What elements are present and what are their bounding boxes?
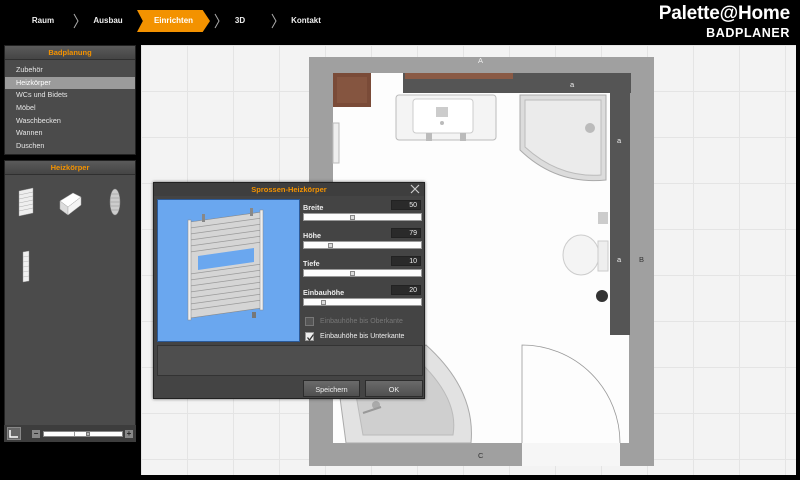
menu-item-wcs[interactable]: WCs und Bidets (5, 89, 135, 102)
unterkante-label: Einbauhöhe bis Unterkante (320, 333, 405, 340)
wall-segment-right[interactable] (610, 93, 630, 335)
brand-logo: Palette@Home (658, 3, 790, 24)
unterkante-checkbox[interactable] (305, 332, 315, 342)
menu-item-duschen[interactable]: Duschen (5, 140, 135, 153)
hoehe-slider[interactable] (303, 241, 422, 249)
toilet[interactable] (562, 234, 600, 276)
brand: Palette@Home BADPLANER (659, 3, 790, 40)
dialog-title: Sprossen-Heizkörper (251, 185, 327, 194)
segment-label-right2: a (617, 255, 622, 264)
slider-knob[interactable] (350, 215, 355, 220)
param-tiefe: Tiefe 10 (303, 255, 423, 281)
wall-label-right: B (639, 255, 645, 264)
option-oberkante: Einbauhöhe bis Oberkante (303, 316, 423, 328)
radiator-preview[interactable] (157, 199, 300, 342)
slider-knob[interactable] (321, 300, 326, 305)
wall-label-top: A (478, 56, 484, 65)
checkmark-icon (306, 334, 315, 342)
param-einbauhoehe-label: Einbauhöhe (303, 288, 345, 297)
dialog-title-bar: Sprossen-Heizkörper (154, 183, 424, 196)
step-ausbau[interactable]: Ausbau (84, 10, 132, 32)
door-opening[interactable] (522, 443, 620, 466)
param-breite: Breite 50 (303, 199, 423, 225)
zoom-out-button[interactable]: − (32, 430, 40, 438)
zoom-slider[interactable] (43, 431, 123, 437)
step-einrichten[interactable]: Einrichten (137, 10, 210, 32)
menu-item-wannen[interactable]: Wannen (5, 127, 135, 140)
einbauhoehe-slider[interactable] (303, 298, 422, 306)
option-unterkante[interactable]: Einbauhöhe bis Unterkante (303, 331, 423, 343)
param-hoehe-label: Höhe (303, 231, 321, 240)
tiefe-slider[interactable] (303, 269, 422, 277)
floor-drain (596, 290, 608, 302)
radiator-dialog: Sprossen-Heizkörper Breite 50 Höhe 79 Ti… (153, 182, 425, 399)
step-navigation: Raum Ausbau Einrichten 3D Kontakt (0, 10, 640, 32)
save-button[interactable]: Speichern (303, 380, 360, 397)
zoom-in-button[interactable]: + (125, 430, 133, 438)
oval-radiator-icon[interactable] (103, 185, 129, 219)
param-hoehe: Höhe 79 (303, 227, 423, 253)
dialog-info-area (157, 345, 423, 376)
home-view-icon[interactable] (7, 427, 21, 440)
slider-knob[interactable] (350, 271, 355, 276)
segment-label-top: a (570, 80, 575, 89)
step-raum[interactable]: Raum (18, 10, 68, 32)
planning-panel-title: Badplanung (5, 46, 135, 60)
brand-subtitle: BADPLANER (706, 26, 790, 40)
hoehe-input[interactable]: 79 (391, 228, 421, 238)
segment-label-right1: a (617, 136, 622, 145)
chevron-right-icon (270, 13, 278, 29)
oberkante-checkbox (305, 317, 314, 326)
breite-input[interactable]: 50 (391, 200, 421, 210)
param-tiefe-label: Tiefe (303, 259, 320, 268)
chevron-right-icon (72, 13, 80, 29)
towel-radiator-icon[interactable] (13, 185, 39, 219)
zoom-slider-knob[interactable] (86, 432, 90, 436)
chevron-right-icon (213, 13, 221, 29)
param-breite-label: Breite (303, 203, 324, 212)
slim-radiator-icon[interactable] (15, 249, 41, 283)
catalog-panel-title: Heizkörper (5, 161, 135, 175)
menu-item-zubehoer[interactable]: Zubehör (5, 64, 135, 77)
panel-radiator-icon[interactable] (57, 185, 83, 219)
menu-item-waschbecken[interactable]: Waschbecken (5, 115, 135, 128)
close-icon[interactable] (410, 184, 420, 194)
wall-label-bottom: C (478, 451, 484, 460)
step-3d[interactable]: 3D (224, 10, 256, 32)
zoom-bar: − + (4, 425, 136, 442)
oberkante-label: Einbauhöhe bis Oberkante (320, 318, 403, 325)
breite-slider[interactable] (303, 213, 422, 221)
planning-panel: Badplanung Zubehör Heizkörper WCs und Bi… (4, 45, 136, 155)
badplaner-app: Raum Ausbau Einrichten 3D Kontakt Palett… (0, 0, 800, 480)
ok-button[interactable]: OK (365, 380, 423, 397)
einbauhoehe-input[interactable]: 20 (391, 285, 421, 295)
catalog-panel: Heizkörper (4, 160, 136, 442)
wall-fitting (598, 212, 608, 224)
menu-item-moebel[interactable]: Möbel (5, 102, 135, 115)
step-kontakt[interactable]: Kontakt (284, 10, 328, 32)
menu-item-heizkoerper[interactable]: Heizkörper (5, 76, 135, 90)
param-einbauhoehe: Einbauhöhe 20 (303, 284, 423, 310)
slider-knob[interactable] (328, 243, 333, 248)
tiefe-input[interactable]: 10 (391, 256, 421, 266)
